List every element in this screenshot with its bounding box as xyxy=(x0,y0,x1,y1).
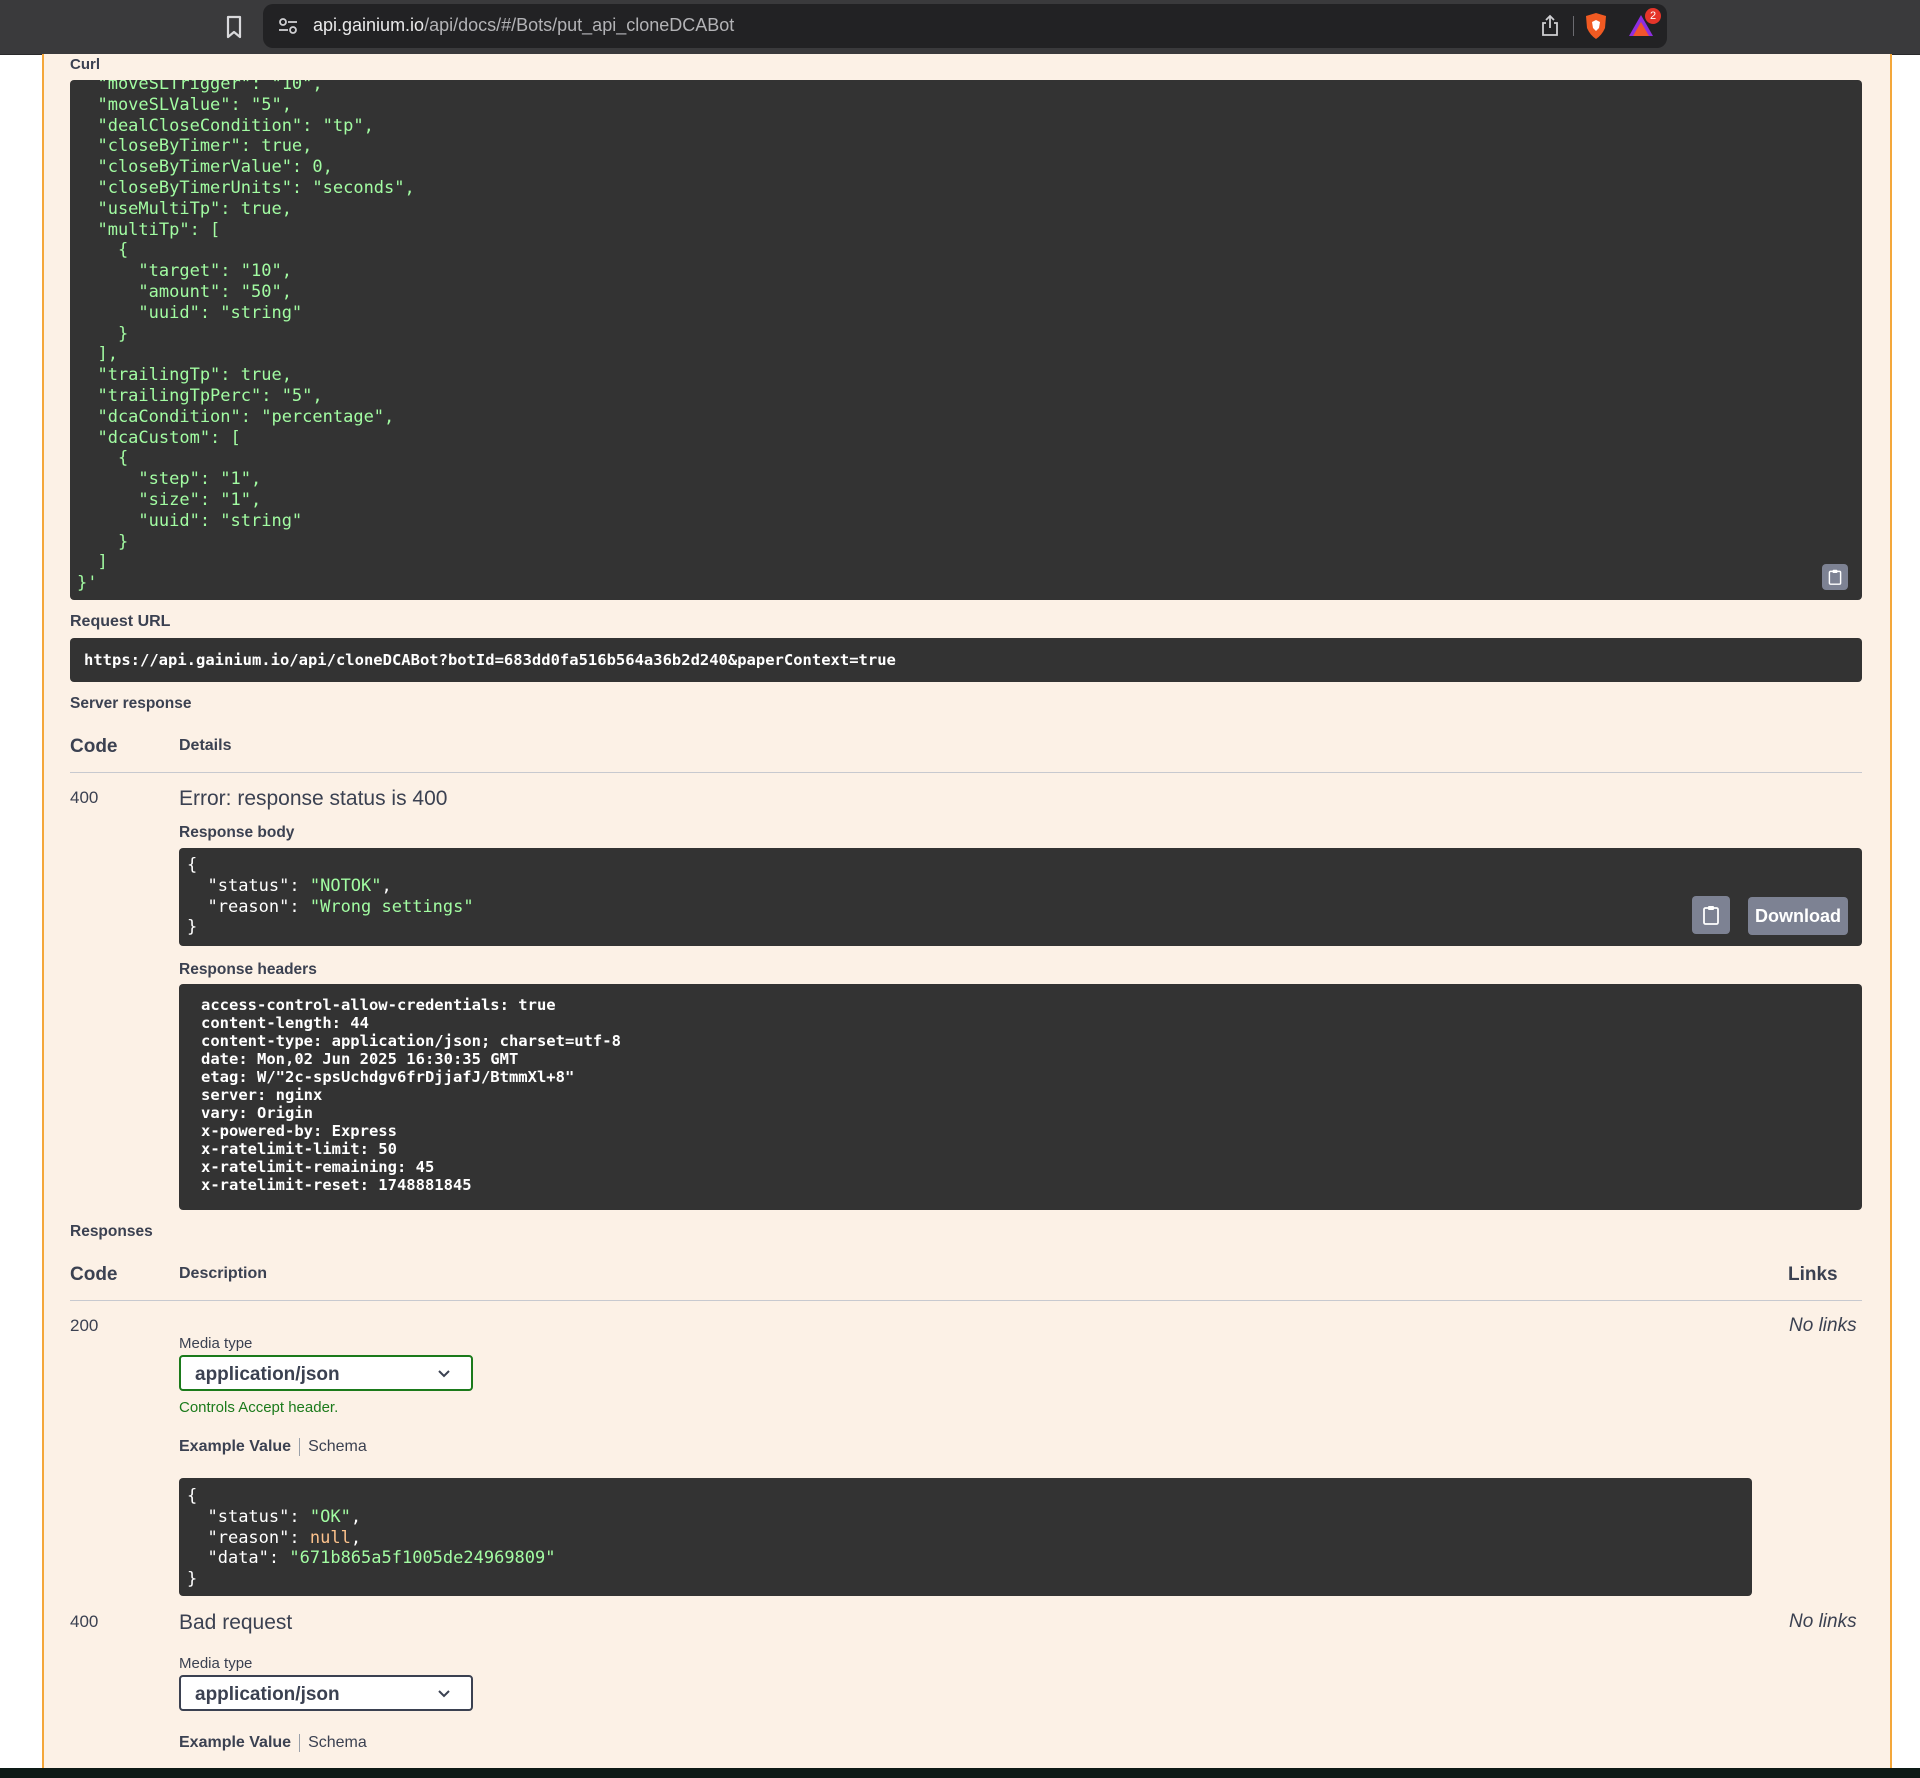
curl-command-text: "moveSLTrigger": "10", "moveSLValue": "5… xyxy=(77,80,415,594)
response-body-text: { "status": "NOTOK", "reason": "Wrong se… xyxy=(187,855,474,938)
response-headers-block: access-control-allow-credentials: true c… xyxy=(179,984,1862,1210)
request-url-label: Request URL xyxy=(70,613,171,630)
server-response-label: Server response xyxy=(70,695,192,712)
brave-shields-icon[interactable] xyxy=(1583,12,1609,40)
response-code-400: 400 xyxy=(70,1612,99,1631)
response-200-links: No links xyxy=(1789,1315,1857,1336)
media-type-select-400[interactable]: application/json xyxy=(179,1675,473,1711)
table-divider xyxy=(70,772,1862,773)
request-url-box: https://api.gainium.io/api/cloneDCABot?b… xyxy=(70,638,1862,682)
server-response-details-header: Details xyxy=(179,737,232,754)
curl-label: Curl xyxy=(70,56,100,73)
response-body-label: Response body xyxy=(179,824,295,841)
example-value-text: { "status": "OK", "reason": null, "data"… xyxy=(187,1486,556,1590)
example-tabs-200: Example Value Schema xyxy=(179,1438,367,1456)
chevron-down-icon xyxy=(438,1370,450,1378)
media-type-select-200[interactable]: application/json xyxy=(179,1355,473,1391)
site-settings-icon[interactable] xyxy=(277,16,299,36)
tab-example-value[interactable]: Example Value xyxy=(179,1734,291,1751)
clipboard-icon xyxy=(1703,906,1719,925)
media-type-label: Media type xyxy=(179,1655,253,1672)
response-400-links: No links xyxy=(1789,1611,1857,1632)
media-type-label: Media type xyxy=(179,1335,253,1352)
share-icon[interactable] xyxy=(1539,14,1561,38)
bookmark-icon[interactable] xyxy=(222,14,246,40)
notification-badge: 2 xyxy=(1645,8,1661,24)
request-url-value: https://api.gainium.io/api/cloneDCABot?b… xyxy=(84,651,896,669)
server-response-code-header: Code xyxy=(70,736,118,757)
server-response-code: 400 xyxy=(70,788,99,807)
toolbar-divider xyxy=(1573,16,1574,36)
response-headers-text: access-control-allow-credentials: true c… xyxy=(201,996,621,1194)
responses-links-header: Links xyxy=(1788,1264,1838,1285)
curl-code-block: "moveSLTrigger": "10", "moveSLValue": "5… xyxy=(70,80,1862,600)
error-title: Error: response status is 400 xyxy=(179,787,448,810)
responses-code-header: Code xyxy=(70,1264,118,1285)
example-value-block: { "status": "OK", "reason": null, "data"… xyxy=(179,1478,1752,1596)
media-type-value: application/json xyxy=(195,1364,340,1385)
media-type-value: application/json xyxy=(195,1684,340,1705)
bad-request-description: Bad request xyxy=(179,1611,293,1634)
window-bottom-edge xyxy=(0,1768,1920,1778)
tab-schema[interactable]: Schema xyxy=(308,1734,367,1751)
response-headers-label: Response headers xyxy=(179,961,317,978)
tab-example-value[interactable]: Example Value xyxy=(179,1438,291,1455)
responses-description-header: Description xyxy=(179,1265,268,1282)
response-code-200: 200 xyxy=(70,1316,99,1335)
response-body-block: { "status": "NOTOK", "reason": "Wrong se… xyxy=(179,848,1862,946)
tab-divider xyxy=(299,1438,301,1456)
clipboard-icon xyxy=(1828,569,1842,585)
table-divider xyxy=(70,1300,1862,1301)
copy-curl-button[interactable] xyxy=(1822,564,1848,590)
download-button[interactable]: Download xyxy=(1748,897,1848,935)
browser-toolbar: api.gainium.io/api/docs/#/Bots/put_api_c… xyxy=(0,0,1920,55)
tab-schema[interactable]: Schema xyxy=(308,1438,367,1455)
example-tabs-400: Example Value Schema xyxy=(179,1734,367,1752)
chevron-down-icon xyxy=(438,1690,450,1698)
tab-divider xyxy=(299,1734,301,1752)
address-bar[interactable]: api.gainium.io/api/docs/#/Bots/put_api_c… xyxy=(263,4,1667,48)
responses-label: Responses xyxy=(70,1223,153,1240)
copy-response-button[interactable] xyxy=(1692,896,1730,934)
accept-header-hint: Controls Accept header. xyxy=(179,1399,339,1416)
url-text[interactable]: api.gainium.io/api/docs/#/Bots/put_api_c… xyxy=(313,15,734,36)
